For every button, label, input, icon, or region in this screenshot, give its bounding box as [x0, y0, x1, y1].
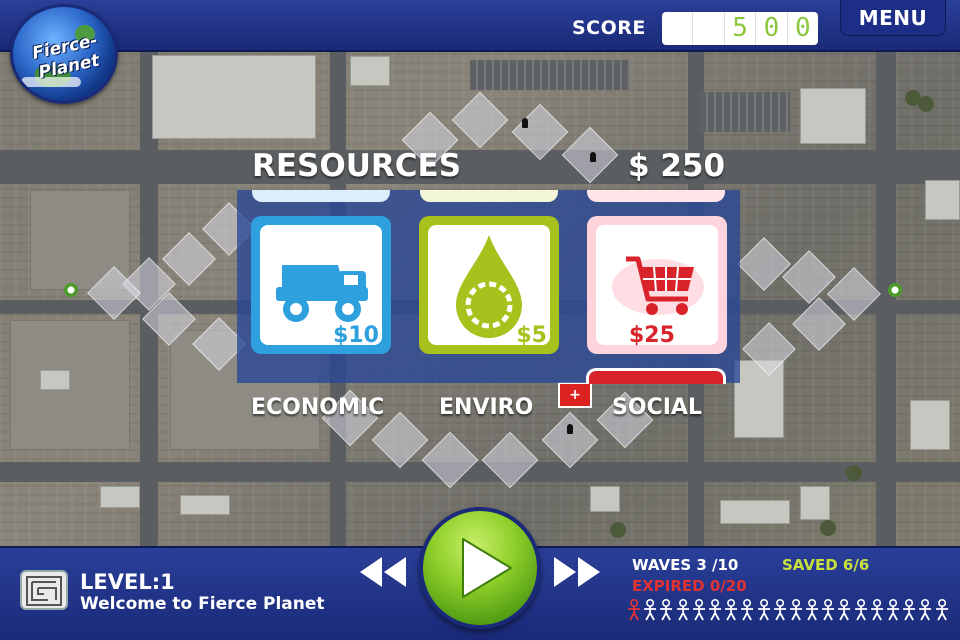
resource-tile-partial[interactable] [587, 190, 725, 202]
level-description: Welcome to Fierce Planet [80, 594, 325, 614]
score-digit [662, 12, 694, 45]
maze-icon [26, 576, 62, 606]
waves-counter: WAVES 3 /10 [632, 556, 739, 574]
category-enviro[interactable]: ENVIRO [439, 395, 533, 420]
social-price: $25 [629, 323, 675, 348]
path-tile[interactable] [737, 237, 791, 291]
fast-forward-button[interactable] [552, 555, 602, 589]
enviro-resource-tile[interactable]: $5 [419, 216, 559, 354]
agent-figure-icon [935, 599, 948, 621]
agent-figure-icon [822, 599, 835, 621]
map-building [734, 360, 784, 438]
social-resource-tile[interactable]: $25 [587, 216, 727, 354]
expired-counter: EXPIRED 0/20 [632, 577, 747, 595]
level-label: LEVEL:1 [80, 570, 175, 594]
map-building [100, 486, 140, 508]
category-economic[interactable]: ECONOMIC [251, 395, 384, 420]
map-building [40, 370, 70, 390]
agent-figure-icon [887, 599, 900, 621]
map-block [10, 320, 130, 450]
enviro-price: $5 [516, 323, 547, 348]
category-social[interactable]: SOCIAL [612, 395, 702, 420]
map-tree [918, 96, 934, 112]
map-tree [846, 465, 862, 481]
agent-figure-icon [919, 599, 932, 621]
map-building [800, 486, 830, 520]
map-building [350, 56, 390, 86]
agent-figure-icon [806, 599, 819, 621]
agent-walker [590, 152, 596, 162]
map-building [800, 88, 866, 144]
level-info-button[interactable] [20, 570, 68, 610]
economic-resource-tile[interactable]: $10 [251, 216, 391, 354]
map-tree [820, 520, 836, 536]
map-building [180, 495, 230, 515]
agent-figure-icon [741, 599, 754, 621]
score-label: SCORE [572, 17, 646, 39]
economic-price: $10 [333, 323, 379, 348]
path-tile[interactable] [371, 411, 429, 469]
play-button[interactable] [419, 507, 541, 629]
resources-money: $ 250 [628, 148, 726, 184]
score-display: 5 0 0 [662, 12, 818, 45]
rewind-button[interactable] [358, 555, 408, 589]
agent-figure-icon [644, 599, 657, 621]
agent-figure-icon [628, 599, 641, 621]
hospital-building: + [558, 382, 592, 408]
resource-tile-partial[interactable] [586, 368, 726, 384]
map-tree [610, 522, 626, 538]
agent-figure-icon [725, 599, 738, 621]
map-building [925, 180, 960, 220]
path-tile[interactable] [782, 250, 836, 304]
map-building [152, 55, 316, 139]
menu-button[interactable]: MENU [840, 0, 946, 36]
agent-walker [522, 118, 528, 128]
agent-figure-icon [789, 599, 802, 621]
agent-figure-icon [773, 599, 786, 621]
score-digit [693, 12, 725, 45]
agent-figure-icon [757, 599, 770, 621]
resource-tile-partial[interactable] [252, 190, 390, 202]
fast-forward-icon [554, 557, 600, 587]
play-icon [462, 538, 512, 598]
agent-figure-icon [903, 599, 916, 621]
agent-figure-icon [676, 599, 689, 621]
map-building [590, 486, 620, 512]
map-building [720, 500, 790, 524]
agent-figure-icon [709, 599, 722, 621]
agent-figure-icon [692, 599, 705, 621]
agent-figure-icon [838, 599, 851, 621]
score-digit: 5 [725, 12, 757, 45]
goal-marker [64, 283, 78, 297]
map-parking [470, 60, 630, 90]
agent-figure-icon [854, 599, 867, 621]
rewind-icon [360, 557, 406, 587]
agent-tally [626, 599, 950, 621]
agent-figure-icon [660, 599, 673, 621]
fierce-planet-logo: Fierce-Planet [10, 4, 118, 104]
path-tile[interactable] [451, 91, 509, 149]
top-bar: SCORE 5 0 0 MENU [0, 0, 960, 52]
agent-walker [567, 424, 573, 434]
agent-figure-icon [870, 599, 883, 621]
resources-title: RESOURCES [252, 148, 462, 184]
map-parking [700, 92, 790, 132]
goal-marker [888, 283, 902, 297]
map-building [910, 400, 950, 450]
score-digit: 0 [795, 13, 811, 43]
saved-counter: SAVED 6/6 [782, 556, 870, 574]
resource-tile-partial[interactable] [420, 190, 558, 202]
map-road [876, 0, 896, 640]
score-digit: 0 [756, 12, 788, 45]
path-tile[interactable] [541, 411, 599, 469]
